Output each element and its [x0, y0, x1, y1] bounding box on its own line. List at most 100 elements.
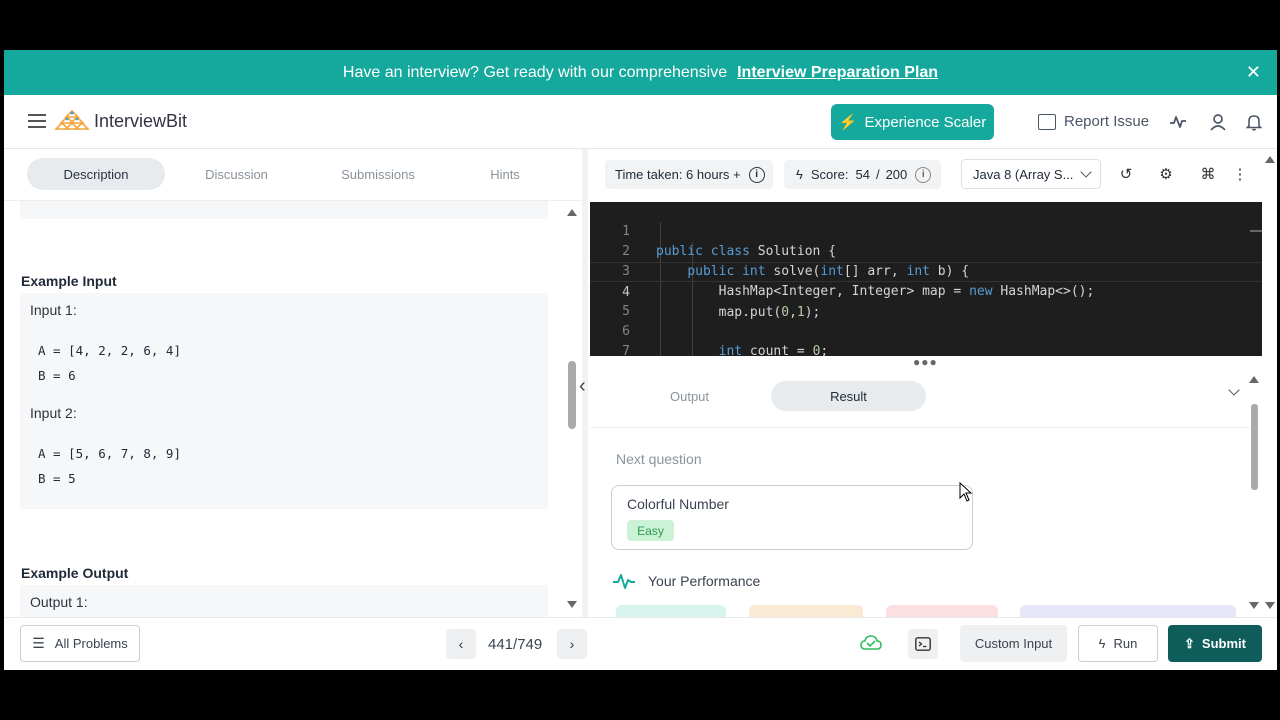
time-taken-text: Time taken: 6 hours + [615, 167, 741, 182]
example-output-title: Example Output [21, 565, 129, 581]
interview-plan-link[interactable]: Interview Preparation Plan [737, 64, 938, 82]
scroll-down-icon[interactable] [1249, 602, 1259, 609]
problem-panel: Description Discussion Submissions Hints… [4, 149, 582, 617]
tab-discussion[interactable]: Discussion [174, 158, 299, 190]
info-icon[interactable]: i [748, 166, 765, 183]
bottom-bar: ☰ All Problems ‹ 441/749 › Custom Input … [4, 617, 1277, 670]
cloud-saved-icon [860, 634, 882, 657]
chevron-right-icon: › [569, 636, 575, 652]
problem-tabs: Description Discussion Submissions Hints [4, 149, 582, 201]
lightning-icon: ϟ [796, 167, 803, 182]
submit-label: Submit [1201, 636, 1246, 651]
example-input-title: Example Input [21, 273, 117, 289]
promo-banner: Have an interview? Get ready with our co… [4, 50, 1277, 95]
tab-result[interactable]: Result [771, 381, 926, 411]
code-line: 2 public int solve(int[] arr, int b) { [590, 222, 1262, 279]
code-line: 7 int xor = 0; [590, 322, 1262, 356]
list-icon: ☰ [32, 635, 45, 651]
code-block [20, 201, 548, 219]
scroll-up-icon[interactable] [1265, 156, 1275, 163]
performance-card [1020, 605, 1236, 617]
result-scrollbar[interactable] [1249, 376, 1261, 616]
console-icon[interactable] [908, 629, 938, 659]
tab-output[interactable]: Output [612, 381, 767, 411]
run-button[interactable]: ϟ Run [1078, 625, 1158, 662]
performance-card [749, 605, 863, 617]
language-select[interactable]: Java 8 (Array S... [961, 159, 1101, 189]
tab-description[interactable]: Description [27, 158, 165, 190]
more-icon[interactable]: ⋮ [1230, 165, 1250, 185]
collapse-chevron-icon[interactable]: ‹ [579, 375, 586, 398]
output1-label: Output 1: [30, 594, 88, 610]
performance-heading: Your Performance [612, 572, 760, 590]
experience-scaler-label: Experience Scaler [864, 113, 987, 131]
code-line-current: 4 map.put(0,1); [590, 262, 1262, 320]
next-problem-button[interactable]: › [557, 629, 587, 659]
tab-hints[interactable]: Hints [454, 158, 556, 190]
description-scrollbar[interactable] [567, 201, 579, 617]
code-line: 5 [590, 282, 1262, 319]
problem-description: Example Input Input 1: A = [4, 2, 2, 6, … [4, 201, 582, 617]
scroll-up-icon[interactable] [567, 209, 577, 216]
result-tabs: Output Result [590, 376, 1250, 428]
input2-a: A = [5, 6, 7, 8, 9] [38, 446, 181, 461]
editor-scrollbar[interactable] [1250, 230, 1262, 232]
score-value: 54 [855, 167, 870, 182]
app-window: Have an interview? Get ready with our co… [4, 50, 1277, 670]
score-info-icon[interactable]: i [915, 166, 932, 183]
bell-icon[interactable] [1244, 112, 1264, 132]
input1-label: Input 1: [30, 302, 77, 318]
example-input-block: Input 1: A = [4, 2, 2, 6, 4] B = 6 Input… [20, 293, 548, 509]
tab-submissions[interactable]: Submissions [314, 158, 442, 190]
activity-icon[interactable] [1168, 112, 1188, 132]
input2-label: Input 2: [30, 405, 77, 421]
reset-icon[interactable]: ↺ [1116, 165, 1136, 185]
score: ϟ Score: 54 / 200 i [784, 160, 941, 189]
chevron-down-icon[interactable] [1228, 384, 1240, 396]
scroll-up-icon[interactable] [1249, 376, 1259, 383]
score-label: Score: [810, 167, 849, 182]
next-question-card[interactable]: Colorful Number Easy [611, 485, 973, 550]
time-taken: Time taken: 6 hours + i [605, 160, 773, 189]
input1-b: B = 6 [38, 368, 76, 383]
performance-card [616, 605, 726, 617]
mouse-cursor-icon [959, 481, 973, 507]
code-line: 8 for(int i = 0; i < arr.length; i++) { [590, 342, 1262, 356]
run-label: Run [1113, 636, 1138, 651]
code-editor[interactable]: 1 public class Solution { 2 public int s… [590, 202, 1262, 356]
difficulty-badge: Easy [627, 520, 674, 541]
user-icon[interactable] [1208, 112, 1228, 132]
logo-icon [54, 109, 90, 130]
page-scrollbar[interactable] [1264, 149, 1277, 617]
scroll-down-icon[interactable] [1265, 602, 1275, 609]
next-question-title: Colorful Number [627, 496, 729, 512]
code-line: 1 public class Solution { [590, 202, 1262, 259]
language-value: Java 8 (Array S... [973, 166, 1074, 182]
all-problems-button[interactable]: ☰ All Problems [20, 625, 140, 662]
close-icon[interactable]: ✕ [1246, 62, 1261, 83]
code-line: 3 HashMap<Integer, Integer> map = new Ha… [590, 242, 1262, 299]
lightning-icon: ⚡ [838, 114, 858, 131]
experience-scaler-button[interactable]: ⚡ Experience Scaler [831, 104, 994, 140]
next-question-label: Next question [616, 451, 702, 467]
all-problems-label: All Problems [54, 636, 128, 651]
example-output-block: Output 1: [20, 585, 548, 617]
score-max: 200 [885, 167, 908, 182]
performance-label: Your Performance [648, 573, 761, 589]
top-header: InterviewBit ⚡ Experience Scaler Report … [4, 95, 1277, 149]
scroll-down-icon[interactable] [567, 601, 577, 608]
scrollbar-thumb[interactable] [1251, 404, 1258, 490]
upload-icon: ⇪ [1184, 635, 1195, 651]
menu-icon[interactable] [28, 114, 46, 128]
report-issue-button[interactable]: Report Issue [1038, 113, 1149, 130]
lightning-icon: ϟ [1098, 636, 1106, 651]
resize-handle-icon[interactable]: ●●● [913, 355, 938, 369]
banner-text: Have an interview? Get ready with our co… [342, 63, 728, 81]
shortcut-icon[interactable]: ⌘ [1198, 165, 1218, 185]
previous-problem-button[interactable]: ‹ [446, 629, 476, 659]
scrollbar-thumb[interactable] [568, 361, 576, 429]
settings-icon[interactable]: ⚙ [1156, 165, 1176, 185]
submit-button[interactable]: ⇪ Submit [1168, 625, 1262, 662]
custom-input-button[interactable]: Custom Input [960, 625, 1067, 662]
logo[interactable]: InterviewBit [54, 109, 187, 133]
